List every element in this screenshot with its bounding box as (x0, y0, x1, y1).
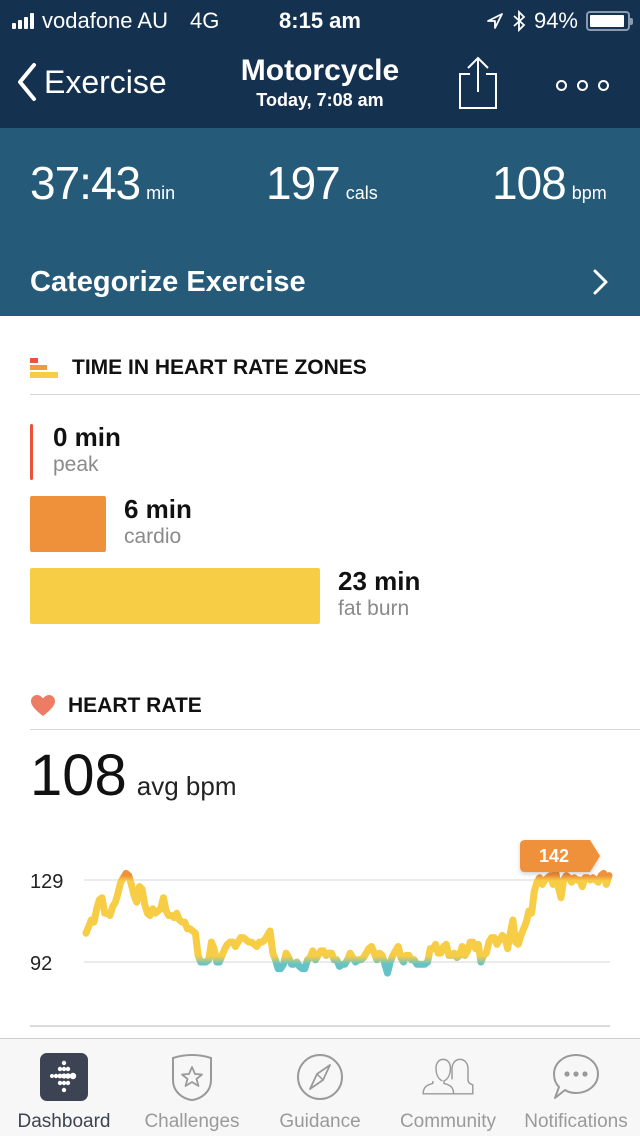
zone-name: peak (53, 453, 99, 476)
tab-label: Community (399, 1111, 497, 1132)
calories-value: 197 (266, 157, 341, 209)
tab-guidance[interactable]: Guidance (256, 1039, 384, 1136)
zone-amount: 6 min (124, 494, 192, 524)
zone-bar-cardio (30, 496, 106, 552)
notifications-icon (553, 1054, 599, 1099)
zones-icon (30, 358, 58, 378)
tab-label: Notifications (524, 1111, 628, 1132)
zone-amount: 23 min (338, 566, 421, 596)
exercise-summary: 37:43 min 197 cals 108 bpm Categorize Ex… (0, 128, 640, 316)
zone-fat-burn: 23 min fat burn (30, 566, 421, 624)
tab-dashboard[interactable]: Dashboard (0, 1039, 128, 1136)
back-label: Exercise (44, 63, 167, 100)
zones-divider (30, 394, 640, 395)
zones-title: TIME IN HEART RATE ZONES (72, 356, 367, 379)
dashboard-icon (40, 1053, 88, 1101)
heart-rate-value: 108 (492, 157, 567, 209)
zone-name: cardio (124, 525, 182, 548)
zone-bar-peak (30, 424, 33, 480)
zone-peak: 0 min peak (30, 422, 121, 480)
tab-label: Challenges (144, 1111, 240, 1132)
zone-cardio: 6 min cardio (30, 494, 192, 552)
calories-unit: cals (345, 183, 378, 203)
heart-rate-header: HEART RATE (30, 694, 640, 718)
heart-rate-unit: bpm (571, 183, 607, 203)
heart-rate-divider (30, 729, 640, 730)
y-tick-label: 92 (30, 953, 52, 975)
max-marker: 142 (520, 840, 600, 872)
heart-rate-line (82, 867, 613, 977)
duration-unit: min (146, 183, 176, 203)
top-header: vodafone AU 4G 8:15 am 94% Exercise Moto… (0, 0, 640, 128)
challenges-icon (172, 1054, 212, 1102)
tab-community[interactable]: Community (384, 1039, 512, 1136)
calories-stat: 197 cals (266, 156, 378, 210)
zones-header: TIME IN HEART RATE ZONES (30, 356, 640, 380)
tab-challenges[interactable]: Challenges (128, 1039, 256, 1136)
tab-label: Dashboard (17, 1111, 111, 1132)
more-icon[interactable] (556, 80, 609, 91)
back-button[interactable]: Exercise (16, 62, 167, 102)
max-marker-label: 142 (539, 846, 569, 866)
zone-name: fat burn (338, 597, 410, 620)
avg-heart-rate: 108 avg bpm (30, 742, 237, 809)
community-icon (422, 1058, 474, 1095)
heart-icon (31, 695, 55, 716)
avg-value: 108 (30, 743, 127, 808)
duration-stat: 37:43 min (30, 156, 175, 210)
bluetooth-icon (513, 10, 526, 32)
chevron-left-icon (18, 63, 36, 101)
battery-percent: 94% (533, 8, 578, 33)
chevron-right-icon (593, 269, 608, 295)
heart-rate-chart[interactable]: 129 92 142 (0, 830, 640, 1030)
y-tick-label: 129 (30, 871, 63, 893)
compass-icon (297, 1054, 343, 1100)
avg-unit: avg bpm (136, 771, 237, 801)
heart-rate-stat: 108 bpm (492, 156, 607, 210)
battery-fill (590, 15, 624, 27)
nav-bar: Exercise Motorcycle Today, 7:08 am (0, 40, 640, 128)
zone-amount: 0 min (53, 422, 121, 452)
share-icon[interactable] (456, 56, 500, 110)
battery-icon (586, 11, 633, 31)
heart-rate-title: HEART RATE (68, 694, 202, 717)
categorize-label: Categorize Exercise (30, 265, 306, 298)
tab-label: Guidance (279, 1111, 361, 1132)
zone-bar-fat-burn (30, 568, 320, 624)
location-arrow-icon (487, 13, 503, 29)
tab-bar: Dashboard Challenges Guidance Community … (0, 1038, 640, 1136)
tab-notifications[interactable]: Notifications (512, 1039, 640, 1136)
duration-value: 37:43 (30, 157, 141, 209)
status-bar: vodafone AU 4G 8:15 am 94% (0, 0, 640, 40)
categorize-exercise-button[interactable]: Categorize Exercise (0, 248, 640, 316)
